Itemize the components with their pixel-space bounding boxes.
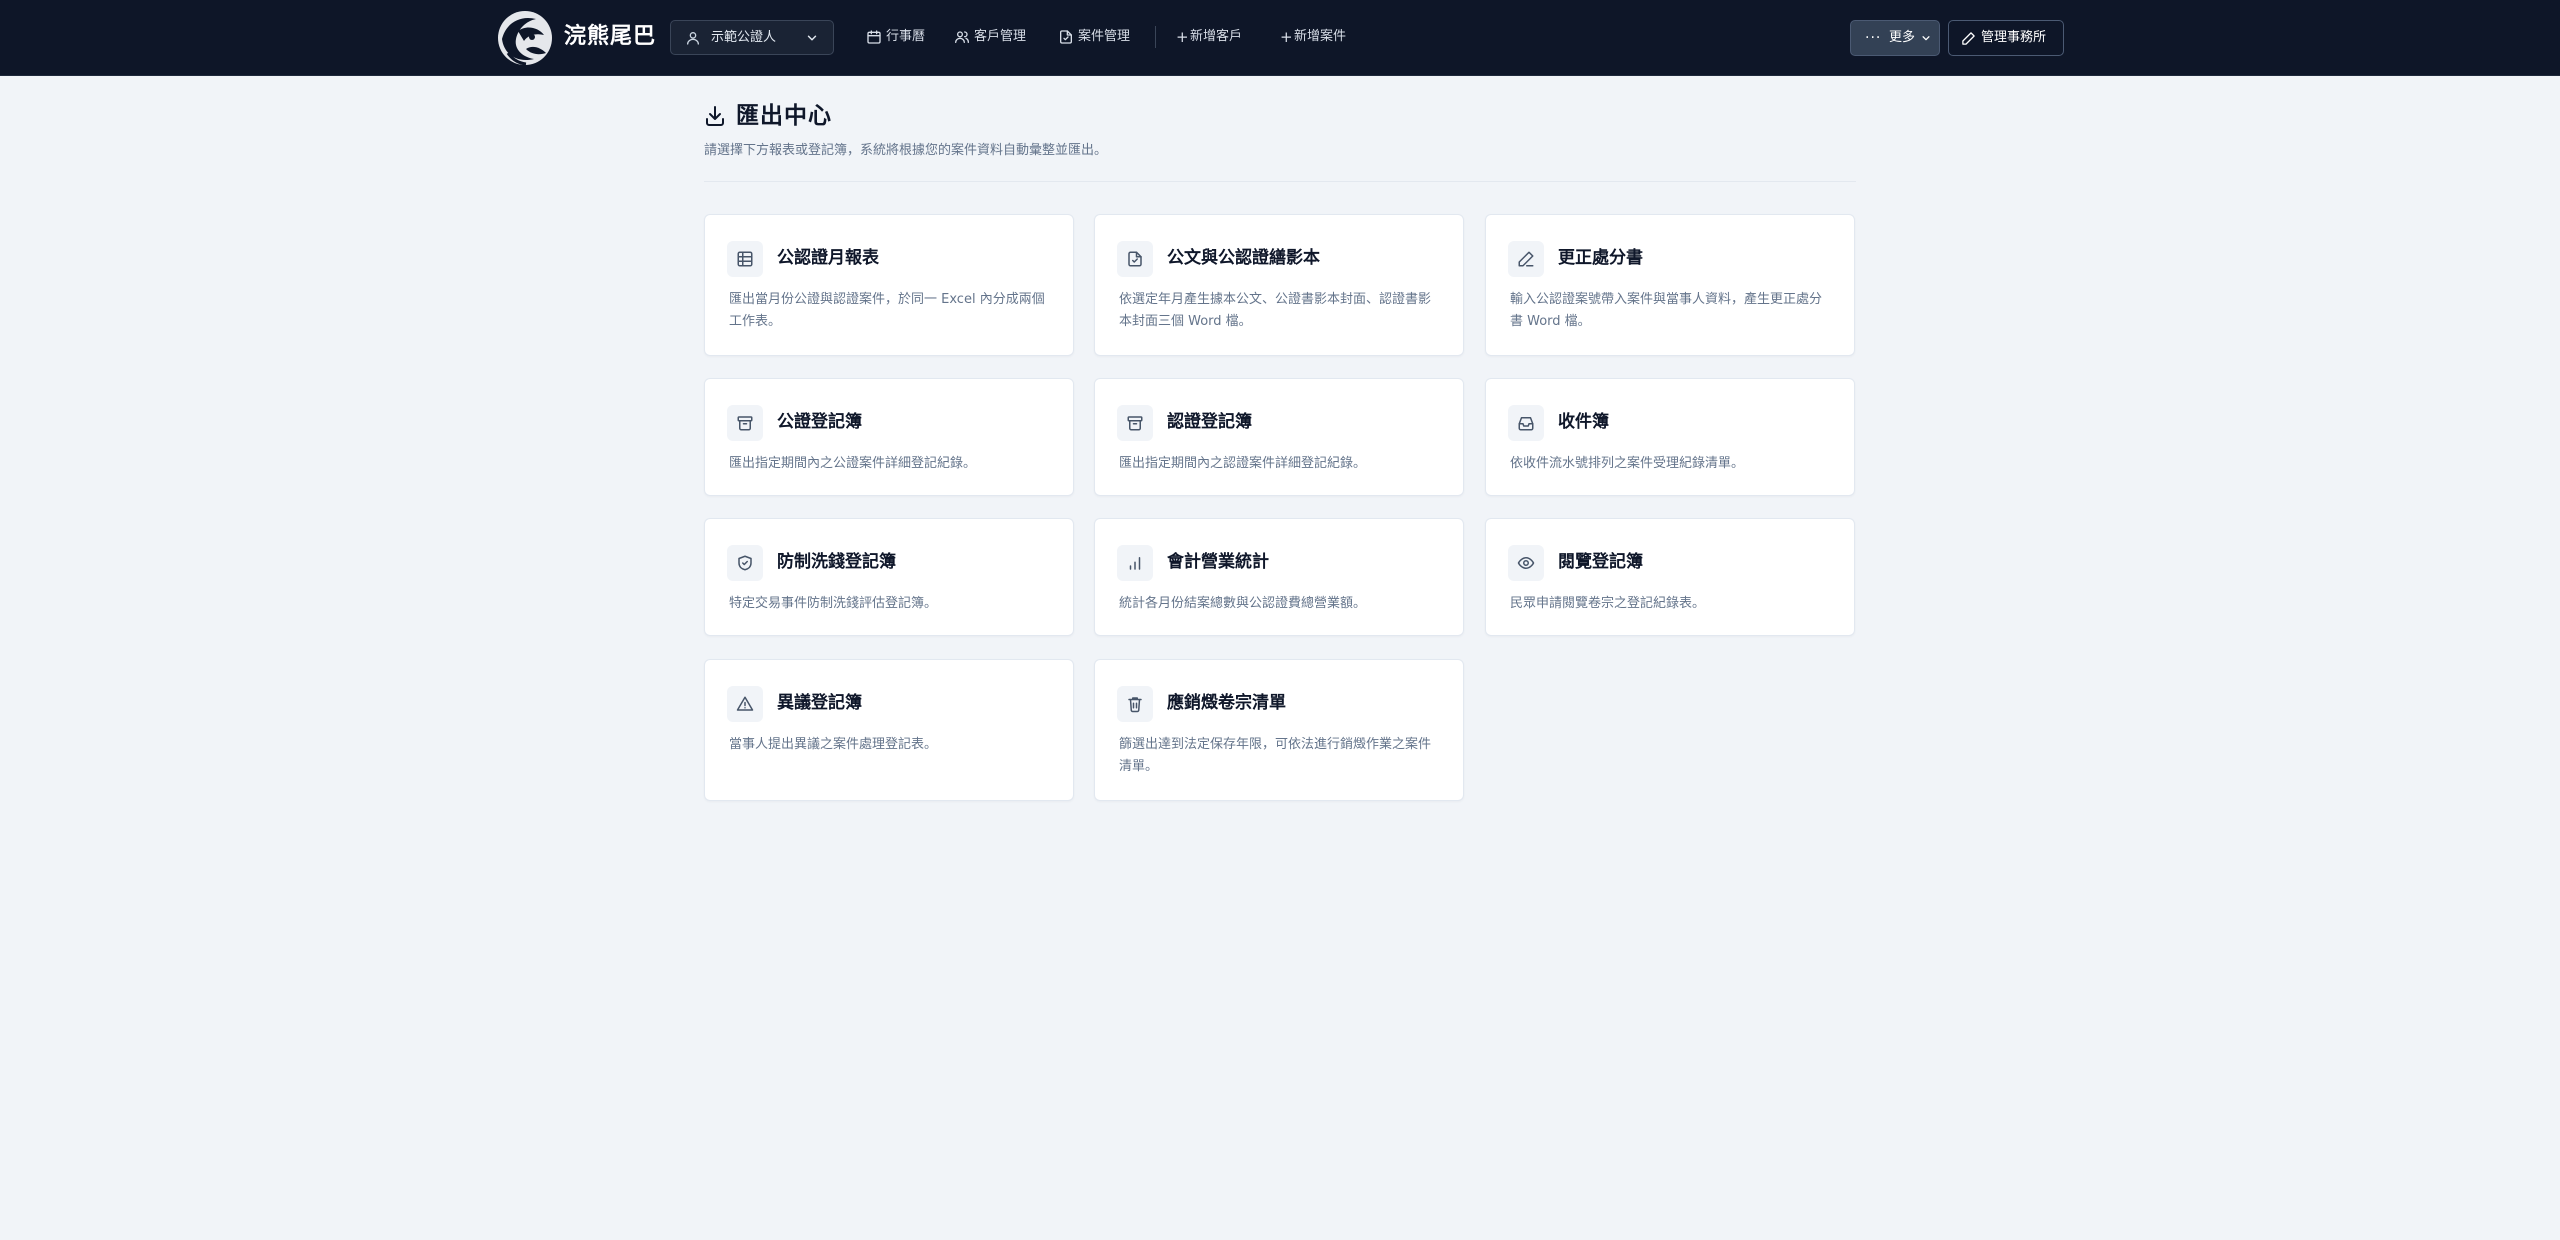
export-card-certification-register[interactable]: 認證登記簿 匯出指定期間內之認證案件詳細登記紀錄。 bbox=[1094, 378, 1464, 496]
notary-select-value: 示範公證人 bbox=[711, 30, 777, 45]
nav-add-client[interactable]: + 新增客戶 bbox=[1176, 22, 1252, 52]
alert-triangle-icon bbox=[736, 696, 754, 711]
calendar-icon bbox=[867, 30, 881, 44]
card-title: 認證登記簿 bbox=[1167, 412, 1252, 432]
card-title: 公文與公認證繕影本 bbox=[1167, 248, 1320, 268]
export-card-objection-register[interactable]: 異議登記簿 當事人提出異議之案件處理登記表。 bbox=[704, 659, 1074, 801]
page-subtitle: 請選擇下方報表或登記簿，系統將根據您的案件資料自動彙整並匯出。 bbox=[704, 143, 1108, 158]
notary-select[interactable]: 示範公證人 bbox=[670, 20, 834, 55]
archive-icon bbox=[1127, 416, 1143, 431]
card-description: 匯出指定期間內之認證案件詳細登記紀錄。 bbox=[1119, 456, 1367, 471]
card-title: 會計營業統計 bbox=[1167, 552, 1269, 572]
inbox-icon bbox=[1518, 417, 1534, 431]
plus-icon: + bbox=[1176, 28, 1189, 46]
shield-check-icon bbox=[738, 555, 752, 571]
top-navigation-bar: 浣熊尾巴 示範公證人 行事曆 客戶管理 案件管理 + 新增客戶 + 新增案件 ·… bbox=[0, 0, 2560, 76]
export-card-notary-register[interactable]: 公證登記簿 匯出指定期間內之公證案件詳細登記紀錄。 bbox=[704, 378, 1074, 496]
card-title: 防制洗錢登記簿 bbox=[777, 552, 896, 572]
export-card-destruction-list[interactable]: 應銷燬卷宗清單 篩選出達到法定保存年限，可依法進行銷燬作業之案件清單。 bbox=[1094, 659, 1464, 801]
chevron-down-icon bbox=[1922, 36, 1930, 41]
archive-icon bbox=[737, 416, 753, 431]
export-card-accounting-statistics[interactable]: 會計營業統計 統計各月份結案總數與公認證費總營業額。 bbox=[1094, 518, 1464, 636]
user-icon bbox=[687, 32, 699, 45]
users-icon bbox=[955, 31, 969, 43]
nav-divider bbox=[1155, 26, 1156, 48]
pencil-icon bbox=[1518, 251, 1534, 267]
export-card-viewing-register[interactable]: 閱覽登記簿 民眾申請閱覽卷宗之登記紀錄表。 bbox=[1485, 518, 1855, 636]
card-description: 篩選出達到法定保存年限，可依法進行銷燬作業之案件清單。 bbox=[1119, 737, 1432, 774]
more-menu-button[interactable]: ··· 更多 bbox=[1850, 20, 1940, 56]
file-check-icon bbox=[1128, 251, 1142, 267]
export-card-notary-monthly-report[interactable]: 公認證月報表 匯出當月份公證與認證案件，於同一 Excel 內分成兩個工作表。 bbox=[704, 214, 1074, 356]
card-description: 依收件流水號排列之案件受理紀錄清單。 bbox=[1510, 456, 1745, 471]
card-description: 匯出當月份公證與認證案件，於同一 Excel 內分成兩個工作表。 bbox=[729, 292, 1045, 329]
card-description: 統計各月份結案總數與公認證費總營業額。 bbox=[1119, 596, 1367, 611]
plus-icon: + bbox=[1280, 28, 1293, 46]
bar-chart-icon bbox=[1129, 557, 1141, 570]
file-icon bbox=[1060, 30, 1072, 44]
manage-office-button[interactable]: 管理事務所 bbox=[1948, 20, 2064, 56]
nav-calendar[interactable]: 行事曆 bbox=[866, 22, 936, 52]
card-title: 閱覽登記簿 bbox=[1558, 552, 1643, 572]
export-card-receipt-register[interactable]: 收件簿 依收件流水號排列之案件受理紀錄清單。 bbox=[1485, 378, 1855, 496]
chevron-down-icon bbox=[807, 35, 817, 41]
download-icon bbox=[706, 106, 724, 126]
card-description: 當事人提出異議之案件處理登記表。 bbox=[729, 737, 938, 752]
eye-icon bbox=[1517, 557, 1535, 569]
page-title: 匯出中心 bbox=[736, 103, 832, 129]
card-title: 更正處分書 bbox=[1558, 248, 1643, 268]
card-description: 輸入公認證案號帶入案件與當事人資料，產生更正處分書 Word 檔。 bbox=[1510, 292, 1823, 329]
nav-client-management[interactable]: 客戶管理 bbox=[954, 22, 1038, 52]
nav-add-case[interactable]: + 新增案件 bbox=[1280, 22, 1356, 52]
card-description: 依選定年月產生據本公文、公證書影本封面、認證書影本封面三個 Word 檔。 bbox=[1119, 292, 1432, 329]
card-title: 應銷燬卷宗清單 bbox=[1167, 693, 1286, 713]
table-icon bbox=[737, 251, 753, 267]
brand-name[interactable]: 浣熊尾巴 bbox=[564, 22, 656, 52]
export-card-aml-register[interactable]: 防制洗錢登記簿 特定交易事件防制洗錢評估登記簿。 bbox=[704, 518, 1074, 636]
more-dots-icon: ··· bbox=[1865, 30, 1882, 46]
card-description: 民眾申請閱覽卷宗之登記紀錄表。 bbox=[1510, 596, 1706, 611]
nav-case-management[interactable]: 案件管理 bbox=[1058, 22, 1142, 52]
export-card-official-docs-copies[interactable]: 公文與公認證繕影本 依選定年月產生據本公文、公證書影本封面、認證書影本封面三個 … bbox=[1094, 214, 1464, 356]
trash-icon bbox=[1128, 697, 1142, 713]
card-title: 公認證月報表 bbox=[777, 248, 879, 268]
card-description: 特定交易事件防制洗錢評估登記簿。 bbox=[729, 596, 938, 611]
card-title: 公證登記簿 bbox=[777, 412, 862, 432]
card-description: 匯出指定期間內之公證案件詳細登記紀錄。 bbox=[729, 456, 977, 471]
header-divider bbox=[704, 181, 1856, 182]
raccoon-logo-icon[interactable] bbox=[496, 9, 554, 67]
card-title: 異議登記簿 bbox=[777, 693, 862, 713]
export-card-correction-order[interactable]: 更正處分書 輸入公認證案號帶入案件與當事人資料，產生更正處分書 Word 檔。 bbox=[1485, 214, 1855, 356]
card-title: 收件簿 bbox=[1558, 412, 1609, 432]
pencil-icon bbox=[1962, 32, 1975, 45]
